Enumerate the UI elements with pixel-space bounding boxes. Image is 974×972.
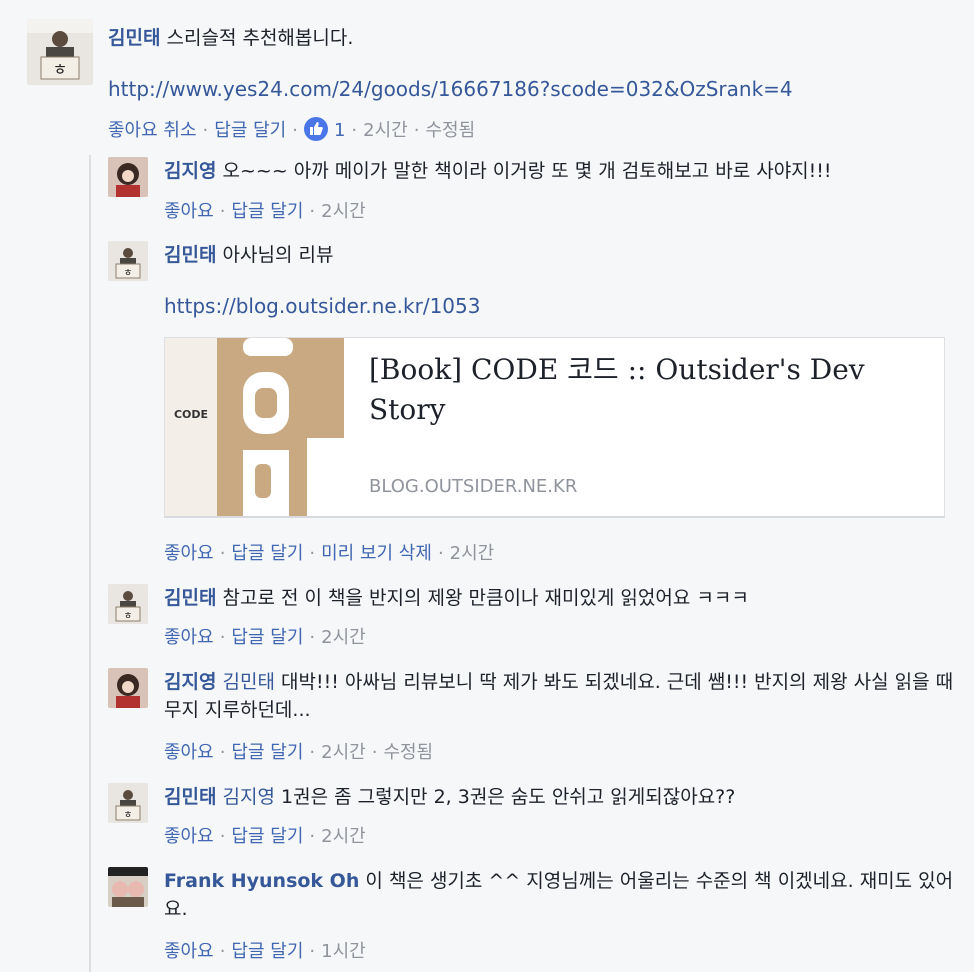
comment-actions: 좋아요 · 답글 달기 · 2시간	[164, 627, 366, 648]
comment-author[interactable]: 김민태	[108, 27, 160, 49]
avatar[interactable]: ㅎ	[108, 783, 148, 823]
comment-time[interactable]: 1시간	[321, 941, 366, 962]
comment-author[interactable]: 김지영	[164, 671, 216, 693]
avatar-glyph: ㅎ	[53, 60, 68, 79]
link-preview-domain: BLOG.OUTSIDER.NE.KR	[369, 476, 578, 497]
reply-button[interactable]: 답글 달기	[231, 742, 303, 763]
comment-author[interactable]: 김민태	[164, 587, 216, 609]
like-button[interactable]: 좋아요	[164, 742, 214, 763]
comment-actions: 좋아요 · 답글 달기 · 2시간	[164, 201, 366, 222]
reply-body: 김지영 오~~~ 아까 메이가 말한 책이라 이거랑 또 몇 개 검토해보고 바…	[164, 157, 954, 185]
edited-label[interactable]: 수정됨	[425, 120, 475, 141]
avatar[interactable]: ㅎ	[27, 19, 93, 85]
avatar-glyph: ㅎ	[123, 810, 132, 821]
reply-button[interactable]: 답글 달기	[231, 627, 303, 648]
like-button[interactable]: 좋아요	[164, 543, 214, 564]
comment-actions: 좋아요 · 답글 달기 · 1시간	[164, 941, 366, 962]
comment-time[interactable]: 2시간	[450, 543, 495, 564]
comment-text: 대박!!! 아싸님 리뷰보니 딱 제가 봐도 되겠네요. 근데 쌤!!! 반지의…	[164, 671, 954, 721]
reply-body: 김민태 아사님의 리뷰	[164, 241, 954, 269]
comment-author[interactable]: Frank Hyunsok Oh	[164, 870, 359, 892]
comment-time[interactable]: 2시간	[321, 826, 366, 847]
reply-button[interactable]: 답글 달기	[231, 826, 303, 847]
edited-label[interactable]: 수정됨	[383, 742, 433, 763]
comment-actions: 좋아요 · 답글 달기 · 2시간	[164, 826, 366, 847]
like-button[interactable]: 좋아요	[164, 941, 214, 962]
avatar-glyph: ㅎ	[123, 268, 132, 279]
avatar-glyph: ㅎ	[123, 611, 132, 622]
comment-time[interactable]: 2시간	[321, 742, 366, 763]
link-preview-card[interactable]: CODE [Book] CODE 코드 :: Outsider's Dev St…	[164, 337, 945, 518]
avatar[interactable]	[108, 668, 148, 708]
comment-link[interactable]: https://blog.outsider.ne.kr/1053	[164, 294, 480, 318]
unlike-button[interactable]: 좋아요 취소	[108, 120, 197, 141]
comment-author[interactable]: 김지영	[164, 160, 216, 182]
comment-text: 오~~~ 아까 메이가 말한 책이라 이거랑 또 몇 개 검토해보고 바로 사야…	[222, 160, 832, 182]
comment-actions: 좋아요 취소 · 답글 달기 · 1 · 2시간 · 수정됨	[108, 116, 475, 142]
comment-text: 아사님의 리뷰	[222, 244, 334, 266]
like-button[interactable]: 좋아요	[164, 201, 214, 222]
reply-body: 김민태 참고로 전 이 책을 반지의 제왕 만큼이나 재미있게 읽었어요 ㅋㅋㅋ	[164, 584, 954, 612]
reply-thread-line	[89, 155, 91, 972]
like-reaction-icon[interactable]	[303, 117, 328, 141]
comment-text: 참고로 전 이 책을 반지의 제왕 만큼이나 재미있게 읽었어요 ㅋㅋㅋ	[222, 587, 749, 609]
reply-button[interactable]: 답글 달기	[214, 120, 286, 141]
comment-thread: ㅎ 김민태 스리슬적 추천해봅니다. http://www.yes24.com/…	[0, 0, 974, 972]
main-comment-body: 김민태 스리슬적 추천해봅니다.	[108, 24, 948, 52]
comment-time[interactable]: 2시간	[363, 120, 408, 141]
remove-preview-button[interactable]: 미리 보기 삭제	[321, 543, 432, 564]
book-cover-title: CODE	[174, 408, 208, 421]
comment-time[interactable]: 2시간	[321, 627, 366, 648]
comment-author[interactable]: 김민태	[164, 244, 216, 266]
reply-body: Frank Hyunsok Oh 이 책은 생기초 ^^ 지영님께는 어울리는 …	[164, 867, 954, 923]
like-button[interactable]: 좋아요	[164, 826, 214, 847]
mention-link[interactable]: 김민태	[223, 671, 275, 693]
comment-actions: 좋아요 · 답글 달기 · 2시간 · 수정됨	[164, 742, 434, 763]
comment-author[interactable]: 김민태	[164, 786, 216, 808]
mention-link[interactable]: 김지영	[223, 786, 275, 808]
reply-body: 김민태 김지영 1권은 좀 그렇지만 2, 3권은 숨도 안쉬고 읽게되잖아요?…	[164, 783, 954, 811]
comment-text: 스리슬적 추천해봅니다.	[166, 27, 354, 49]
reply-button[interactable]: 답글 달기	[231, 543, 303, 564]
comment-text: 1권은 좀 그렇지만 2, 3권은 숨도 안쉬고 읽게되잖아요??	[281, 786, 736, 808]
comment-actions: 좋아요 · 답글 달기 · 미리 보기 삭제 · 2시간	[164, 543, 495, 564]
reply-button[interactable]: 답글 달기	[231, 941, 303, 962]
avatar[interactable]: ㅎ	[108, 241, 148, 281]
reply-body: 김지영 김민태 대박!!! 아싸님 리뷰보니 딱 제가 봐도 되겠네요. 근데 …	[164, 668, 954, 724]
link-preview-image[interactable]: CODE	[165, 338, 344, 516]
avatar[interactable]	[108, 157, 148, 197]
comment-link[interactable]: http://www.yes24.com/24/goods/16667186?s…	[108, 77, 793, 101]
reply-button[interactable]: 답글 달기	[231, 201, 303, 222]
avatar[interactable]	[108, 867, 148, 907]
like-button[interactable]: 좋아요	[164, 627, 214, 648]
comment-time[interactable]: 2시간	[321, 201, 366, 222]
link-preview-title[interactable]: [Book] CODE 코드 :: Outsider's Dev Story	[369, 350, 929, 430]
like-count[interactable]: 1	[334, 120, 345, 141]
avatar[interactable]: ㅎ	[108, 584, 148, 624]
